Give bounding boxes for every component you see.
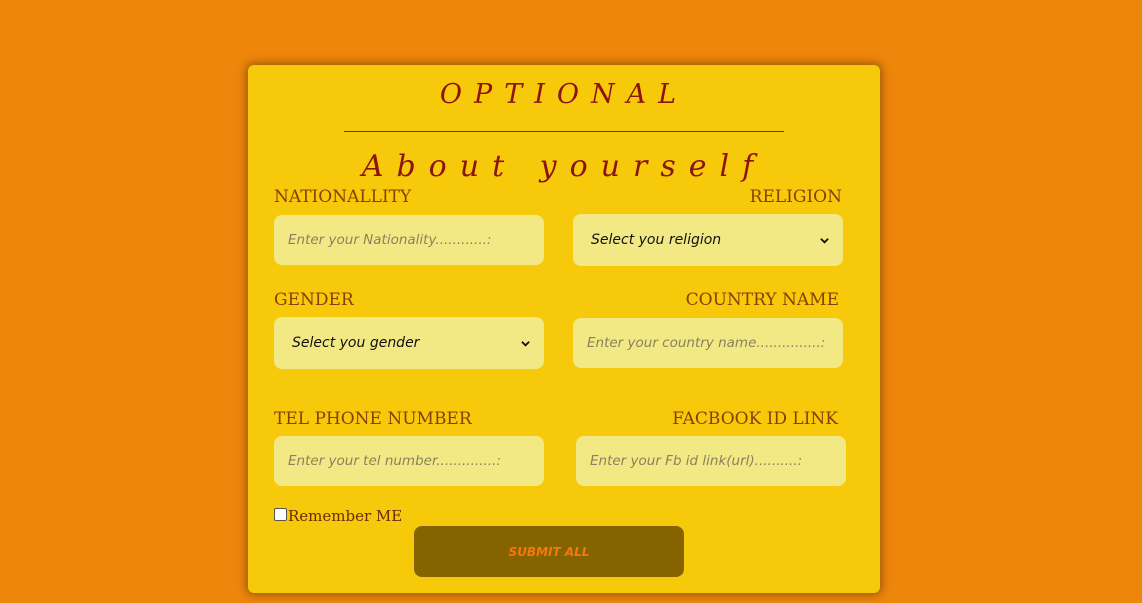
remember-me-row: Remember ME <box>274 507 402 525</box>
nationality-input[interactable] <box>274 215 544 265</box>
remember-me-label[interactable]: Remember ME <box>288 507 402 525</box>
religion-select-value: Select you religion <box>591 232 722 248</box>
facebook-link-input[interactable] <box>576 436 846 486</box>
submit-all-button[interactable]: SUBMIT ALL <box>414 526 684 577</box>
optional-form-card: OPTIONAL About yourself NATIONALLITY REL… <box>248 65 880 593</box>
country-name-label: COUNTRY NAME <box>685 290 839 310</box>
gender-label: GENDER <box>274 290 354 310</box>
gender-select[interactable]: Select you gender <box>274 317 544 369</box>
chevron-down-icon <box>820 237 829 244</box>
religion-select[interactable]: Select you religion <box>573 214 843 266</box>
chevron-down-icon <box>521 340 530 347</box>
submit-all-label: SUBMIT ALL <box>508 544 590 559</box>
religion-label: RELIGION <box>749 187 842 207</box>
country-name-input[interactable] <box>573 318 843 368</box>
title-divider <box>344 131 784 132</box>
phone-number-label: TEL PHONE NUMBER <box>274 409 472 429</box>
remember-me-checkbox[interactable] <box>274 507 287 521</box>
form-subtitle: About yourself <box>361 149 767 184</box>
gender-select-value: Select you gender <box>292 335 420 351</box>
phone-number-input[interactable] <box>274 436 544 486</box>
form-title: OPTIONAL <box>439 79 689 110</box>
facebook-link-label: FACBOOK ID LINK <box>672 409 838 429</box>
nationality-label: NATIONALLITY <box>274 187 412 207</box>
